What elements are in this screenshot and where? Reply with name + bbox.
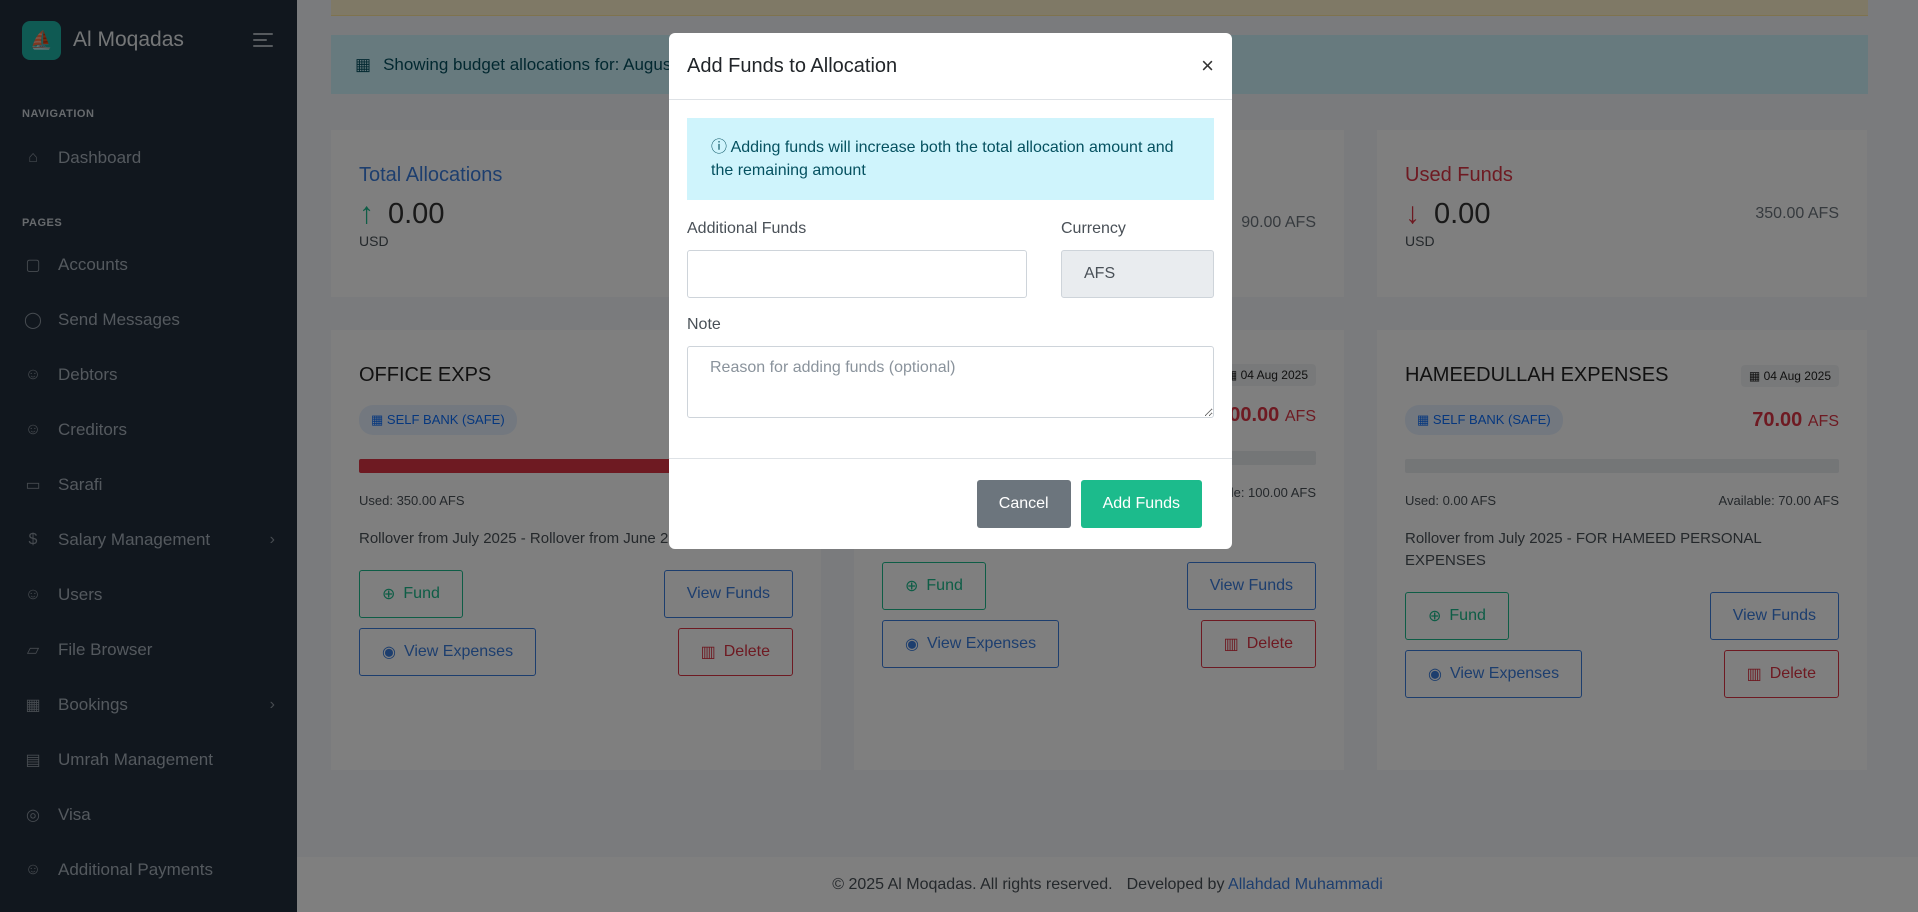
modal-footer: Cancel Add Funds [669,458,1232,549]
note-label: Note [687,316,721,333]
additional-funds-input[interactable] [687,250,1027,298]
note-group: Note [687,316,1214,423]
info-alert-text: Adding funds will increase both the tota… [711,139,1174,179]
note-textarea[interactable] [687,346,1214,418]
modal-title: Add Funds to Allocation [687,54,898,77]
modal-body: ⓘ Adding funds will increase both the to… [669,100,1232,441]
additional-funds-group: Additional Funds [687,220,1027,298]
form-row: Additional Funds Currency [687,220,1214,298]
currency-label: Currency [1061,220,1126,237]
currency-group: Currency [1061,220,1214,298]
info-icon: ⓘ [711,139,728,156]
additional-funds-label: Additional Funds [687,220,807,237]
info-alert: ⓘ Adding funds will increase both the to… [687,118,1214,200]
add-funds-modal: Add Funds to Allocation × ⓘ Adding funds… [669,33,1232,549]
modal-header: Add Funds to Allocation × [669,33,1232,100]
currency-field [1061,250,1214,298]
close-icon[interactable]: × [1201,53,1214,79]
add-funds-button[interactable]: Add Funds [1080,480,1202,528]
cancel-button[interactable]: Cancel [976,480,1071,528]
